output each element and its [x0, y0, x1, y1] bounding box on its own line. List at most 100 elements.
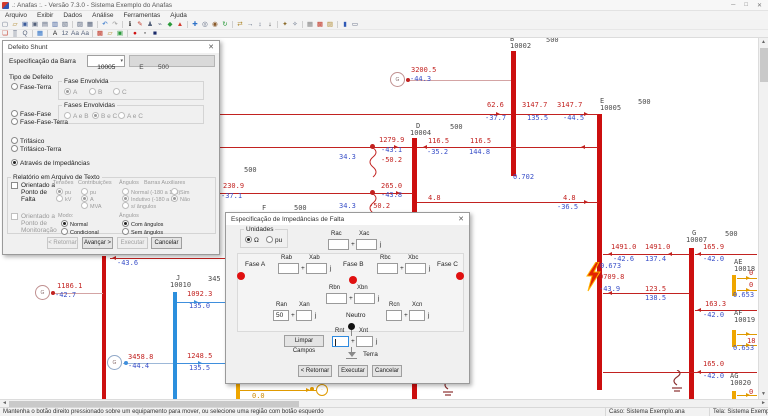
menu-item-arquivo[interactable]: Arquivo: [0, 12, 32, 19]
xac-input[interactable]: [356, 239, 377, 250]
radio-fase-fase-terra[interactable]: Fase-Fase-Terra: [11, 118, 68, 126]
radio-trif-sico[interactable]: Trifásico: [11, 137, 44, 145]
generator-3200[interactable]: G: [390, 72, 405, 87]
warning-triangle-icon[interactable]: ▲: [175, 20, 185, 29]
ran-input[interactable]: 50: [273, 310, 289, 321]
copy-icon[interactable]: ▨: [75, 20, 85, 29]
radio-com-ngulos[interactable]: Com ângulos: [122, 220, 163, 228]
radio-icon[interactable]: [61, 220, 68, 227]
xnt-input[interactable]: [356, 336, 373, 347]
rab-input[interactable]: [278, 263, 299, 274]
grid-icon[interactable]: ▦: [305, 20, 315, 29]
palette-icon[interactable]: ▨: [325, 20, 335, 29]
retornar-button[interactable]: < Retornar: [298, 365, 332, 377]
attach-icon[interactable]: ⌁: [155, 20, 165, 29]
tool-icon[interactable]: ✦: [280, 20, 290, 29]
radio-icon[interactable]: [61, 228, 68, 235]
radio-trif-sico-terra[interactable]: Trifásico-Terra: [11, 145, 61, 153]
open-folder-icon[interactable]: ▱: [10, 20, 20, 29]
info-icon[interactable]: ℹ: [125, 20, 135, 29]
menu-item-ferramentas[interactable]: Ferramentas: [118, 12, 165, 19]
xcn-input[interactable]: [409, 310, 425, 321]
save-icon[interactable]: ▣: [20, 20, 30, 29]
xan-input[interactable]: [296, 310, 312, 321]
radio-icon[interactable]: [11, 118, 18, 125]
bus-number-combo[interactable]: 10005 ▾: [87, 55, 125, 67]
branch-line[interactable]: [240, 390, 316, 391]
radio-icon[interactable]: [11, 83, 18, 90]
case-aa2-icon[interactable]: Aa: [80, 29, 90, 38]
cancelar-button[interactable]: Cancelar: [372, 365, 402, 377]
menu-item-dados[interactable]: Dados: [58, 12, 87, 19]
arrow-right-icon[interactable]: →: [245, 20, 255, 29]
size-1z-icon[interactable]: 1z: [60, 29, 70, 38]
radio-fase-terra[interactable]: Fase-Terra: [11, 83, 51, 91]
horizontal-scrollbar[interactable]: ◄ ►: [0, 399, 768, 407]
record-dot-icon[interactable]: ●: [130, 29, 140, 38]
rac-input[interactable]: [328, 239, 349, 250]
zoom-out-icon[interactable]: ◉: [210, 20, 220, 29]
export-icon[interactable]: ▧: [60, 20, 70, 29]
save-as-icon[interactable]: ▣: [30, 20, 40, 29]
radio-condicional[interactable]: Condicional: [61, 228, 99, 236]
radio-icon[interactable]: [122, 228, 129, 235]
radio-icon[interactable]: [11, 137, 18, 144]
stop-icon[interactable]: ▪: [140, 29, 150, 38]
map-icon[interactable]: ▩: [95, 29, 105, 38]
print-icon[interactable]: ▤: [40, 20, 50, 29]
branch-line[interactable]: [220, 114, 512, 115]
vertical-scroll-thumb[interactable]: [760, 48, 768, 82]
menu-item-análise[interactable]: Análise: [87, 12, 118, 19]
swap-arrows-icon[interactable]: ⇄: [235, 20, 245, 29]
new-file-icon[interactable]: ▢: [0, 20, 10, 29]
case-aa-icon[interactable]: Aa: [70, 29, 80, 38]
xbn-input[interactable]: [354, 293, 375, 304]
scroll-up-icon[interactable]: ▲: [759, 38, 768, 47]
minimize-button[interactable]: ─: [731, 2, 735, 9]
image-icon[interactable]: ▣: [115, 29, 125, 38]
user-icon[interactable]: ♟: [145, 20, 155, 29]
bus-a[interactable]: [102, 256, 106, 399]
bus-e-10005[interactable]: [597, 114, 602, 390]
radio-pu[interactable]: pu: [266, 236, 282, 244]
scroll-left-icon[interactable]: ◄: [0, 400, 9, 407]
maximize-button[interactable]: □: [744, 2, 748, 9]
radio-icon[interactable]: [245, 236, 252, 243]
radio-icon[interactable]: [11, 159, 18, 166]
close-icon[interactable]: ✕: [458, 215, 464, 223]
radio-icon[interactable]: [11, 145, 18, 152]
figure-icon[interactable]: ▩: [315, 20, 325, 29]
arrow-updown-icon[interactable]: ↕: [255, 20, 265, 29]
limpar-campos-button[interactable]: Limpar Campos: [284, 335, 324, 347]
xbc-input[interactable]: [405, 263, 426, 274]
refresh-icon[interactable]: ↻: [220, 20, 230, 29]
layers-icon[interactable]: ❏: [0, 29, 10, 38]
move-cross-icon[interactable]: ✚: [190, 20, 200, 29]
radio-icon[interactable]: [122, 220, 129, 227]
edit-pencil-icon[interactable]: ✎: [135, 20, 145, 29]
zoom-in-icon[interactable]: ◎: [200, 20, 210, 29]
radio-icon[interactable]: [11, 110, 18, 117]
chart-icon[interactable]: ▮: [340, 20, 350, 29]
load-circle[interactable]: ·: [316, 384, 328, 396]
rcn-input[interactable]: [386, 310, 402, 321]
monitor-icon[interactable]: ▭: [350, 20, 360, 29]
scroll-right-icon[interactable]: ►: [759, 400, 768, 407]
bus-g-10007[interactable]: [689, 248, 694, 399]
zoom-q-icon[interactable]: Q: [20, 29, 30, 38]
vertical-scrollbar[interactable]: ▲ ▼: [758, 38, 768, 399]
orientado-falta-checkbox[interactable]: [11, 182, 18, 189]
title-bar[interactable]: .: Anafas :. - Versão 7.3.0 - Sistema Ex…: [0, 0, 768, 11]
navy-square-icon[interactable]: ■: [150, 29, 160, 38]
close-icon[interactable]: ✕: [208, 43, 214, 51]
radio-atrav-s-de-imped-ncias[interactable]: Através de Impedâncias: [11, 159, 90, 167]
rbn-input[interactable]: [326, 293, 347, 304]
xab-input[interactable]: [306, 263, 327, 274]
bus-j-10010[interactable]: [173, 292, 177, 399]
font-a-icon[interactable]: A: [50, 29, 60, 38]
radio-normal[interactable]: Normal: [61, 220, 88, 228]
radio-sem-ngulos[interactable]: Sem ângulos: [122, 228, 163, 236]
rnt-input[interactable]: [332, 336, 349, 347]
impedancias-title-bar[interactable]: Especificação de Impedâncias de Falta ✕: [226, 213, 469, 225]
scroll-down-icon[interactable]: ▼: [759, 390, 768, 399]
